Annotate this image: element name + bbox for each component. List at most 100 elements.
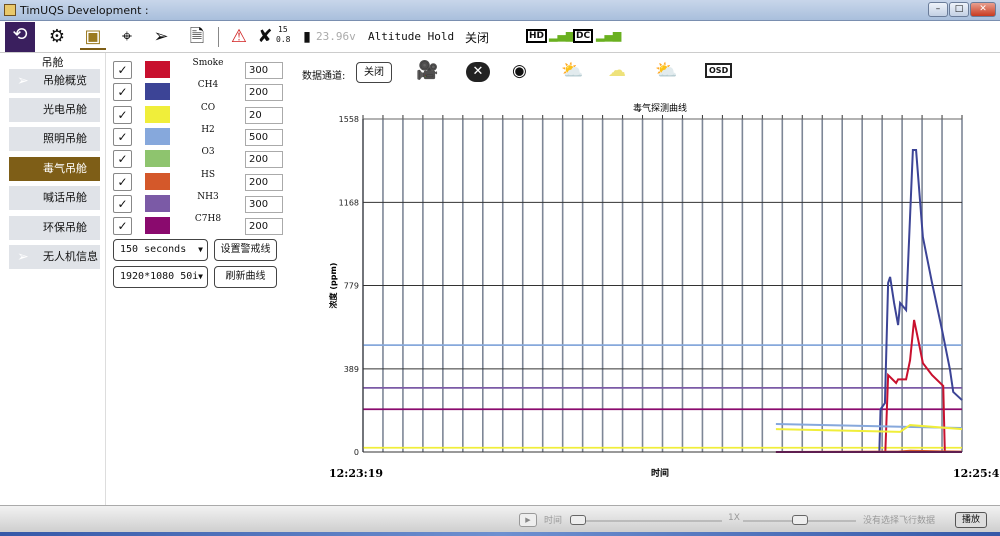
gas-checkbox[interactable]: ✓ [113,61,132,79]
gas-checkbox[interactable]: ✓ [113,217,132,236]
gas-row: ✓ HS 200 [113,170,288,192]
gas-name: C7H8 [194,214,222,225]
sidebar-item-light-pod[interactable]: 照明吊舱 [9,127,100,151]
gas-color-swatch[interactable] [145,150,170,168]
osd-icon[interactable]: OSD [705,63,733,78]
sidebar-item-env-pod[interactable]: 环保吊舱 [9,216,100,240]
battery-icon: ▮ [303,29,311,45]
gas-threshold-input[interactable]: 500 [245,128,283,146]
x-axis-label: 时间 [651,467,669,479]
paper-plane-icon[interactable]: ➢ [148,24,174,50]
sidebar-item-uav-info[interactable]: ➢ 无人机信息 [9,245,100,269]
sidebar-item-label: 喊话吊舱 [43,191,87,204]
toolbar-divider [218,27,219,47]
warning-icon[interactable]: ⚠ [226,24,252,50]
gas-threshold-input[interactable]: 200 [245,218,283,236]
sidebar-item-gas-pod[interactable]: 毒气吊舱 [9,157,100,181]
resolution-select[interactable]: 1920*1080 50i ▼ [113,266,208,288]
chevron-down-icon: ▼ [198,272,203,281]
minimize-button[interactable]: – [928,2,948,17]
gas-threshold-input[interactable]: 200 [245,151,283,169]
gas-checkbox[interactable]: ✓ [113,83,132,102]
play-button[interactable]: 播放 [955,512,987,528]
maximize-button[interactable]: □ [949,2,969,17]
close-button[interactable]: ✕ [970,2,996,17]
flight-data-status: 没有选择飞行数据 [863,516,936,526]
y-tick-label: 389 [344,365,359,374]
gas-checkbox[interactable]: ✓ [113,194,132,213]
speed-slider-thumb[interactable] [792,515,808,525]
sunny-cloud-icon[interactable]: ⛅ [561,60,583,81]
video-camera-icon[interactable]: 🎥 [416,60,438,81]
time-slider-track[interactable] [570,520,722,522]
satellite-icon: ✘ [257,26,273,47]
gas-name: H2 [201,124,215,135]
set-alarm-button[interactable]: 设置警戒线 [214,239,277,261]
time-slider-thumb[interactable] [570,515,586,525]
y-tick-label: 779 [344,282,359,291]
gas-chart: 0 389 779 1168 1558 毒气探测曲线 12:23:19 12:25:49 时间 浓… [328,102,1000,480]
dc-badge: DC [573,29,594,43]
gas-row: ✓ O3 200 [113,147,288,169]
sidebar-item-eo-pod[interactable]: 光电吊舱 [9,98,100,122]
close-circle-icon[interactable]: ✕ [466,62,490,82]
settings-gears-icon[interactable]: ⚙ [44,24,70,50]
sidebar-item-label: 毒气吊舱 [43,162,87,175]
channel-close-button[interactable]: 关闭 [356,62,392,83]
duration-value: 150 seconds [120,244,187,255]
gas-color-swatch[interactable] [145,217,170,235]
gas-threshold-input[interactable]: 200 [245,84,283,102]
status-strip [0,532,1000,536]
app-logo-icon[interactable]: ⟲ [5,22,35,52]
sidebar-header: 吊舱 [41,56,64,69]
gas-name: CO [200,102,216,113]
cloud-icon[interactable]: ☁ [608,60,626,81]
gas-color-swatch[interactable] [145,172,170,190]
gas-name: CH4 [197,80,219,91]
flight-mode: Altitude Hold [368,30,455,43]
y-axis-label: 浓度 (ppm) [328,263,338,309]
gimbal-pod-icon[interactable]: ▣ [80,24,106,50]
gas-checkbox[interactable]: ✓ [113,127,132,146]
gas-threshold-input[interactable]: 200 [245,173,283,191]
dc-signal-icon: ▂▄▆ [596,29,622,42]
sidebar-item-label: 环保吊舱 [43,221,87,234]
battery-voltage: 23.96v [316,30,356,43]
flight-mode-state: 关闭 [465,31,490,45]
document-search-icon[interactable]: 🗎 [184,24,210,50]
sidebar-item-speaker-pod[interactable]: 喊话吊舱 [9,186,100,210]
gas-threshold-input[interactable]: 300 [245,62,283,79]
gas-color-swatch[interactable] [145,194,170,212]
play-icon[interactable]: ▶ [519,513,537,527]
gas-row: ✓ Smoke 300 [113,58,288,80]
sidebar-item-label: 吊舱概览 [43,74,87,87]
title-bar: TimUQS Development : – □ ✕ [0,0,1000,21]
sidebar-item-pod-overview[interactable]: ➢ 吊舱概览 [9,69,100,93]
gas-color-swatch[interactable] [145,83,170,101]
gas-color-swatch[interactable] [145,105,170,123]
gas-checkbox[interactable]: ✓ [113,150,132,169]
sidebar-item-label: 照明吊舱 [43,132,87,145]
gas-color-swatch[interactable] [145,61,170,78]
duration-select[interactable]: 150 seconds ▼ [113,239,208,261]
sidebar: 吊舱 ➢ 吊舱概览 光电吊舱 照明吊舱 毒气吊舱 喊话吊舱 环保吊舱 ➢ 无人机信息 [0,53,106,505]
refresh-chart-button[interactable]: 刷新曲线 [214,266,277,288]
eye-focus-icon[interactable]: ◉ [512,61,527,81]
app-icon [4,4,16,16]
window-title: TimUQS Development : [20,4,149,17]
y-tick-label: 0 [354,448,359,457]
gas-color-swatch[interactable] [145,127,170,145]
satellite-count: 15 [278,25,288,34]
night-cloud-icon[interactable]: ⛅ [655,60,677,81]
gas-name: O3 [201,147,215,158]
gas-row: ✓ CO 20 [113,102,288,125]
gas-threshold-input[interactable]: 20 [245,106,283,124]
gas-checkbox[interactable]: ✓ [113,172,132,191]
playback-bar: ▶ 时间 1X 没有选择飞行数据 播放 [0,505,1000,536]
chevron-down-icon: ▼ [198,245,203,254]
gas-checkbox[interactable]: ✓ [113,105,132,124]
route-pin-icon[interactable]: ⌖ [114,24,140,50]
gas-threshold-input[interactable]: 300 [245,195,283,213]
x-tick-label-start: 12:23:19 [329,467,383,480]
hd-badge: HD [526,29,548,43]
